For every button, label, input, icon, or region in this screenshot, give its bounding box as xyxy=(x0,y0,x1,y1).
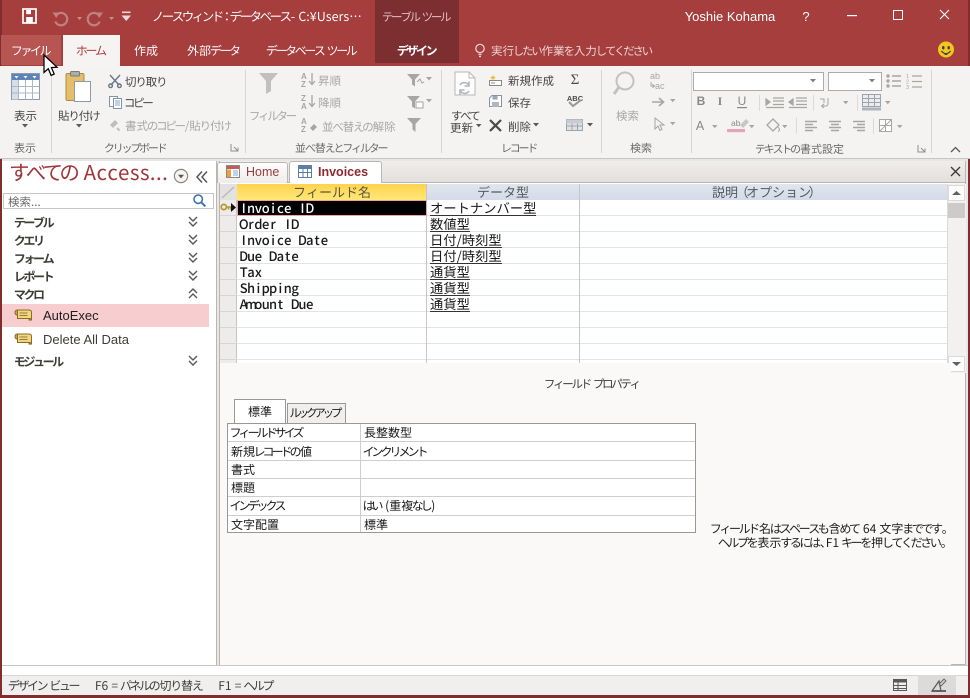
svg-text:3: 3 xyxy=(906,85,909,91)
